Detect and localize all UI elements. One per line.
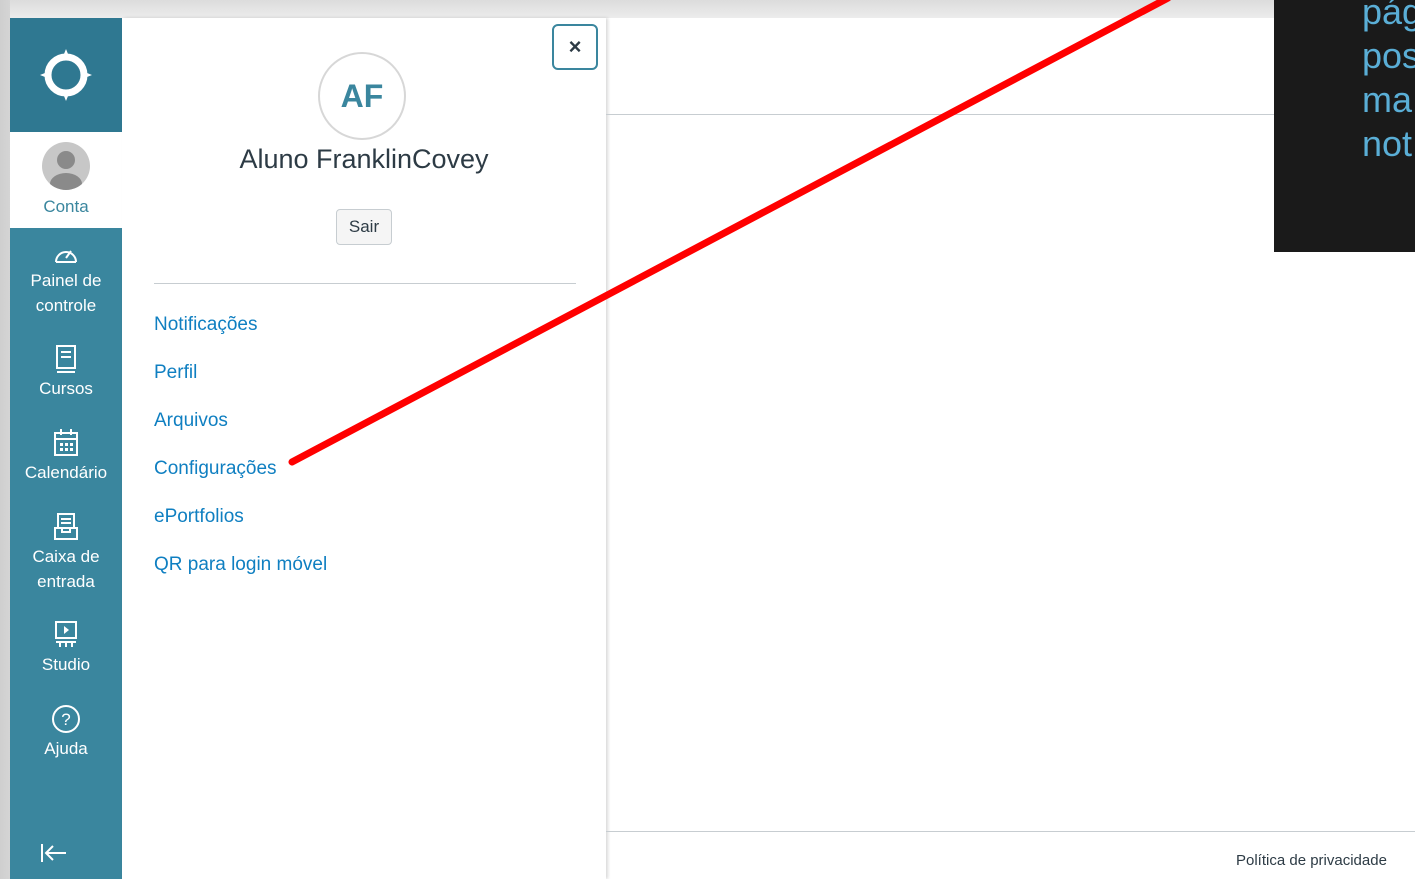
link-eportfolios[interactable]: ePortfolios: [154, 506, 327, 554]
close-tray-button[interactable]: ×: [552, 24, 598, 70]
tray-link-list: Notificações Perfil Arquivos Configuraçõ…: [154, 314, 327, 602]
dashboard-icon: [55, 250, 77, 263]
link-qr-mobile-login[interactable]: QR para login móvel: [154, 554, 327, 602]
browser-top-strip: [10, 0, 1415, 18]
nav-item-courses[interactable]: Cursos: [10, 344, 122, 401]
link-profile[interactable]: Perfil: [154, 362, 327, 410]
inbox-icon: [54, 513, 78, 540]
nav-inbox-label-1: Caixa de: [32, 547, 100, 566]
logout-button[interactable]: Sair: [336, 209, 392, 245]
svg-text:?: ?: [61, 710, 70, 729]
nav-inbox-label-2: entrada: [37, 572, 95, 591]
annotation-note-text: pág pos ma not: [1362, 0, 1415, 164]
user-name: Aluno FranklinCovey: [239, 144, 489, 174]
user-avatar-icon: [42, 142, 90, 190]
nav-help-label: Ajuda: [44, 739, 88, 758]
account-tray: × AF Aluno FranklinCovey Sair Notificaçõ…: [122, 18, 606, 879]
collapse-nav-button[interactable]: [40, 840, 68, 871]
studio-icon: [55, 621, 77, 647]
nav-studio-label: Studio: [41, 655, 91, 674]
tray-divider: [154, 283, 576, 284]
calendar-icon: [54, 429, 78, 456]
nav-dashboard-label-2: controle: [35, 296, 97, 315]
courses-icon: [56, 345, 76, 373]
link-files[interactable]: Arquivos: [154, 410, 327, 458]
user-avatar: AF: [318, 52, 406, 140]
nav-item-account[interactable]: Conta: [10, 132, 122, 228]
nav-courses-label: Cursos: [39, 379, 93, 398]
nav-item-dashboard[interactable]: Painel de controle: [10, 244, 122, 318]
global-navigation: Conta Painel de controle Cursos Calendár…: [10, 18, 122, 879]
footer-divider: [606, 831, 1415, 832]
canvas-logo-icon[interactable]: [10, 18, 122, 132]
nav-item-studio[interactable]: Studio: [10, 620, 122, 677]
link-notifications[interactable]: Notificações: [154, 314, 327, 362]
collapse-arrow-icon: [41, 844, 66, 862]
nav-item-calendar[interactable]: Calendário: [10, 428, 122, 485]
privacy-policy-link[interactable]: Política de privacidade: [1236, 852, 1387, 869]
nav-item-help[interactable]: ? Ajuda: [10, 704, 122, 761]
nav-calendar-label: Calendário: [24, 463, 108, 482]
link-settings[interactable]: Configurações: [154, 458, 327, 506]
help-icon: ?: [52, 705, 80, 733]
nav-dashboard-label-1: Painel de: [30, 271, 102, 290]
annotation-note-box: pág pos ma not: [1274, 0, 1415, 252]
nav-item-inbox[interactable]: Caixa de entrada: [10, 512, 122, 594]
nav-account-label: Conta: [43, 197, 89, 216]
